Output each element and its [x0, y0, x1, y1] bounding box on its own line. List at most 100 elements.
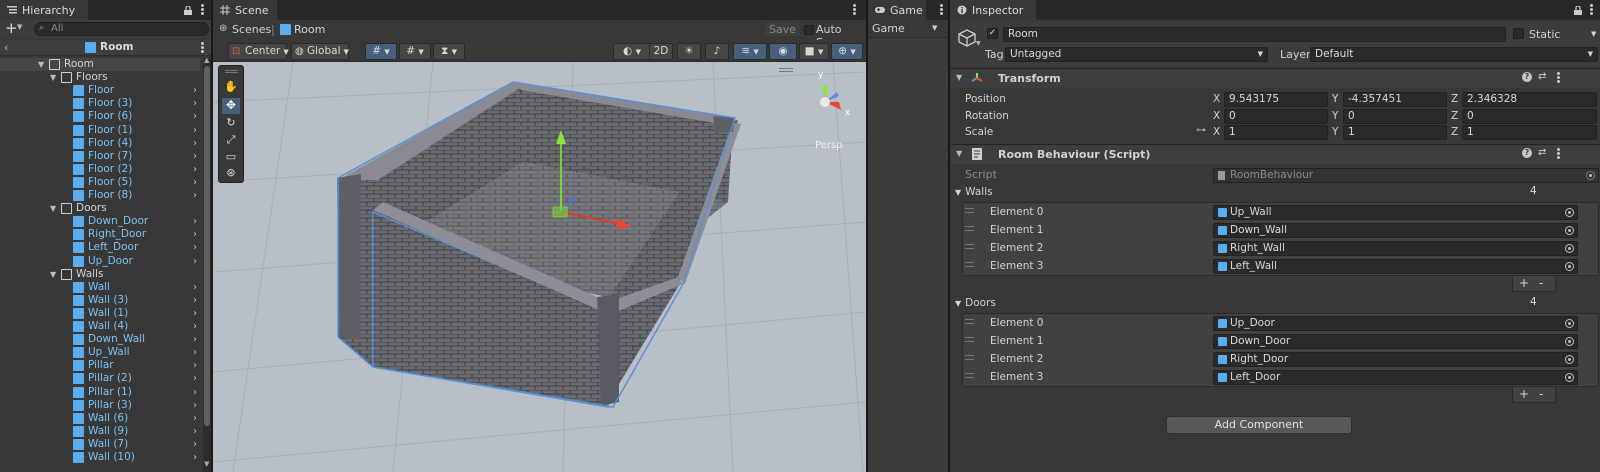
expand-caret-icon[interactable]: ▼ — [50, 202, 56, 215]
rotation-y-field[interactable]: 0 — [1343, 108, 1447, 124]
overlay-menu-icon[interactable] — [779, 68, 793, 72]
chevron-right-icon[interactable]: › — [193, 425, 197, 438]
scene-viewport[interactable]: ✋ ✥ ↻ ⤢ ▭ ⊛ y x Persp — [213, 62, 866, 472]
chevron-right-icon[interactable]: › — [193, 333, 197, 346]
hierarchy-item[interactable]: ▼ Doors — [0, 202, 200, 215]
object-picker-icon[interactable] — [1565, 337, 1574, 346]
presets-icon[interactable]: ⇄ — [1538, 147, 1546, 158]
scale-y-field[interactable]: 1 — [1343, 125, 1447, 140]
lock-icon[interactable] — [184, 6, 192, 15]
hierarchy-prefab-item[interactable]: Wall (4) › — [0, 320, 200, 333]
chevron-right-icon[interactable]: › — [193, 241, 197, 254]
hierarchy-prefab-item[interactable]: Wall (1) › — [0, 307, 200, 320]
help-icon[interactable]: ? — [1522, 72, 1532, 82]
hierarchy-prefab-item[interactable]: Pillar (2) › — [0, 372, 200, 385]
chevron-right-icon[interactable]: › — [193, 255, 197, 268]
scene-panel-menu-icon[interactable] — [853, 4, 857, 16]
hierarchy-prefab-item[interactable]: Floor › — [0, 84, 200, 97]
scene-menu-icon[interactable] — [201, 42, 205, 54]
object-picker-icon[interactable] — [1565, 373, 1574, 382]
hierarchy-prefab-item[interactable]: Floor (3) › — [0, 97, 200, 110]
chevron-right-icon[interactable]: › — [193, 451, 197, 464]
transform-menu-icon[interactable] — [1557, 72, 1561, 84]
drag-handle-icon[interactable] — [965, 244, 974, 249]
drag-handle-icon[interactable] — [965, 373, 974, 378]
persp-label[interactable]: Persp — [815, 140, 843, 151]
hierarchy-prefab-item[interactable]: Wall (3) › — [0, 294, 200, 307]
search-field[interactable]: ⌕ All — [34, 22, 209, 36]
doors-size-field[interactable]: 4 — [1526, 296, 1598, 311]
hierarchy-prefab-item[interactable]: Right_Door › — [0, 228, 200, 241]
room-behaviour-header[interactable]: ▼ Room Behaviour (Script) ? ⇄ — [951, 144, 1600, 164]
increment-snap-button[interactable]: ⧗ ▼ — [433, 43, 465, 60]
chevron-right-icon[interactable]: › — [193, 372, 197, 385]
hierarchy-prefab-item[interactable]: Pillar (1) › — [0, 386, 200, 399]
object-field[interactable]: Down_Door — [1213, 334, 1578, 349]
game-menu-icon[interactable] — [940, 4, 944, 16]
chevron-right-icon[interactable]: › — [193, 215, 197, 228]
visibility-toggle[interactable]: ◉ — [769, 43, 797, 60]
drag-handle-icon[interactable] — [965, 355, 974, 360]
chevron-right-icon[interactable]: › — [193, 438, 197, 451]
add-button[interactable]: + — [5, 19, 18, 37]
back-arrow-icon[interactable]: ‹ — [4, 41, 8, 54]
chevron-right-icon[interactable]: › — [193, 307, 197, 320]
rotate-tool-icon[interactable]: ↻ — [222, 116, 240, 132]
add-component-button[interactable]: Add Component — [1166, 416, 1352, 434]
remove-element-button[interactable]: - — [1539, 387, 1543, 401]
rotation-x-field[interactable]: 0 — [1224, 108, 1328, 124]
position-y-field[interactable]: -4.357451 — [1343, 92, 1447, 107]
expand-caret-icon[interactable]: ▼ — [38, 58, 44, 71]
drag-handle-icon[interactable] — [965, 337, 974, 342]
scale-z-field[interactable]: 1 — [1462, 125, 1597, 140]
scale-x-field[interactable]: 1 — [1224, 125, 1328, 140]
chevron-right-icon[interactable]: › — [193, 359, 197, 372]
grid-snap-button[interactable]: # ▼ — [365, 43, 397, 60]
hierarchy-prefab-item[interactable]: Left_Door › — [0, 241, 200, 254]
add-element-button[interactable]: + — [1519, 387, 1529, 401]
space-dropdown[interactable]: ◍ Global ▼ — [291, 43, 349, 60]
chevron-right-icon[interactable]: › — [193, 84, 197, 97]
object-field[interactable]: Right_Wall — [1213, 241, 1578, 256]
save-button[interactable]: Save — [765, 23, 801, 36]
object-picker-icon[interactable] — [1565, 262, 1574, 271]
drag-handle-icon[interactable] — [965, 319, 974, 324]
chevron-right-icon[interactable]: › — [193, 346, 197, 359]
tab-hierarchy[interactable]: Hierarchy — [0, 0, 88, 20]
hierarchy-prefab-item[interactable]: Pillar › — [0, 359, 200, 372]
scroll-up-icon[interactable]: ▲ — [204, 56, 209, 64]
position-x-field[interactable]: 9.543175 — [1224, 92, 1328, 107]
expand-caret-icon[interactable]: ▼ — [50, 71, 56, 84]
scene-header[interactable]: ‹ Room — [0, 40, 211, 56]
hierarchy-item[interactable]: ▼ Floors — [0, 71, 200, 84]
hand-tool-icon[interactable]: ✋ — [222, 80, 240, 96]
effects-toggle[interactable]: ≋ ▼ — [733, 43, 767, 60]
object-field[interactable]: Left_Wall — [1213, 259, 1578, 274]
chevron-right-icon[interactable]: › — [193, 137, 197, 150]
layer-dropdown[interactable]: Default ▼ — [1310, 47, 1598, 62]
chevron-right-icon[interactable]: › — [193, 124, 197, 137]
chevron-right-icon[interactable]: › — [193, 163, 197, 176]
hierarchy-prefab-item[interactable]: Floor (8) › — [0, 189, 200, 202]
object-picker-icon[interactable] — [1565, 244, 1574, 253]
object-picker-icon[interactable] — [1565, 355, 1574, 364]
hierarchy-prefab-item[interactable]: Floor (7) › — [0, 150, 200, 163]
hierarchy-prefab-item[interactable]: Up_Door › — [0, 255, 200, 268]
tab-game[interactable]: Game — [868, 0, 926, 20]
object-picker-icon[interactable] — [1565, 208, 1574, 217]
walls-array-header[interactable]: ▼ Walls — [955, 184, 1595, 200]
hierarchy-prefab-item[interactable]: Wall (9) › — [0, 425, 200, 438]
object-picker-icon[interactable] — [1565, 319, 1574, 328]
add-dropdown-icon[interactable]: ▼ — [17, 23, 22, 31]
chevron-right-icon[interactable]: › — [193, 399, 197, 412]
hierarchy-menu-icon[interactable] — [201, 4, 205, 16]
doors-array-header[interactable]: ▼ Doors — [955, 295, 1595, 311]
tab-inspector[interactable]: Inspector — [950, 0, 1036, 20]
inspector-menu-icon[interactable] — [1590, 4, 1594, 16]
audio-toggle[interactable]: ♪ — [705, 43, 729, 60]
breadcrumb-room[interactable]: Room — [294, 23, 325, 36]
room-behaviour-menu-icon[interactable] — [1557, 148, 1561, 160]
gizmos-button[interactable]: ⊕ ▼ — [831, 43, 863, 60]
object-field[interactable]: Up_Door — [1213, 316, 1578, 331]
scale-tool-icon[interactable]: ⤢ — [222, 133, 240, 149]
